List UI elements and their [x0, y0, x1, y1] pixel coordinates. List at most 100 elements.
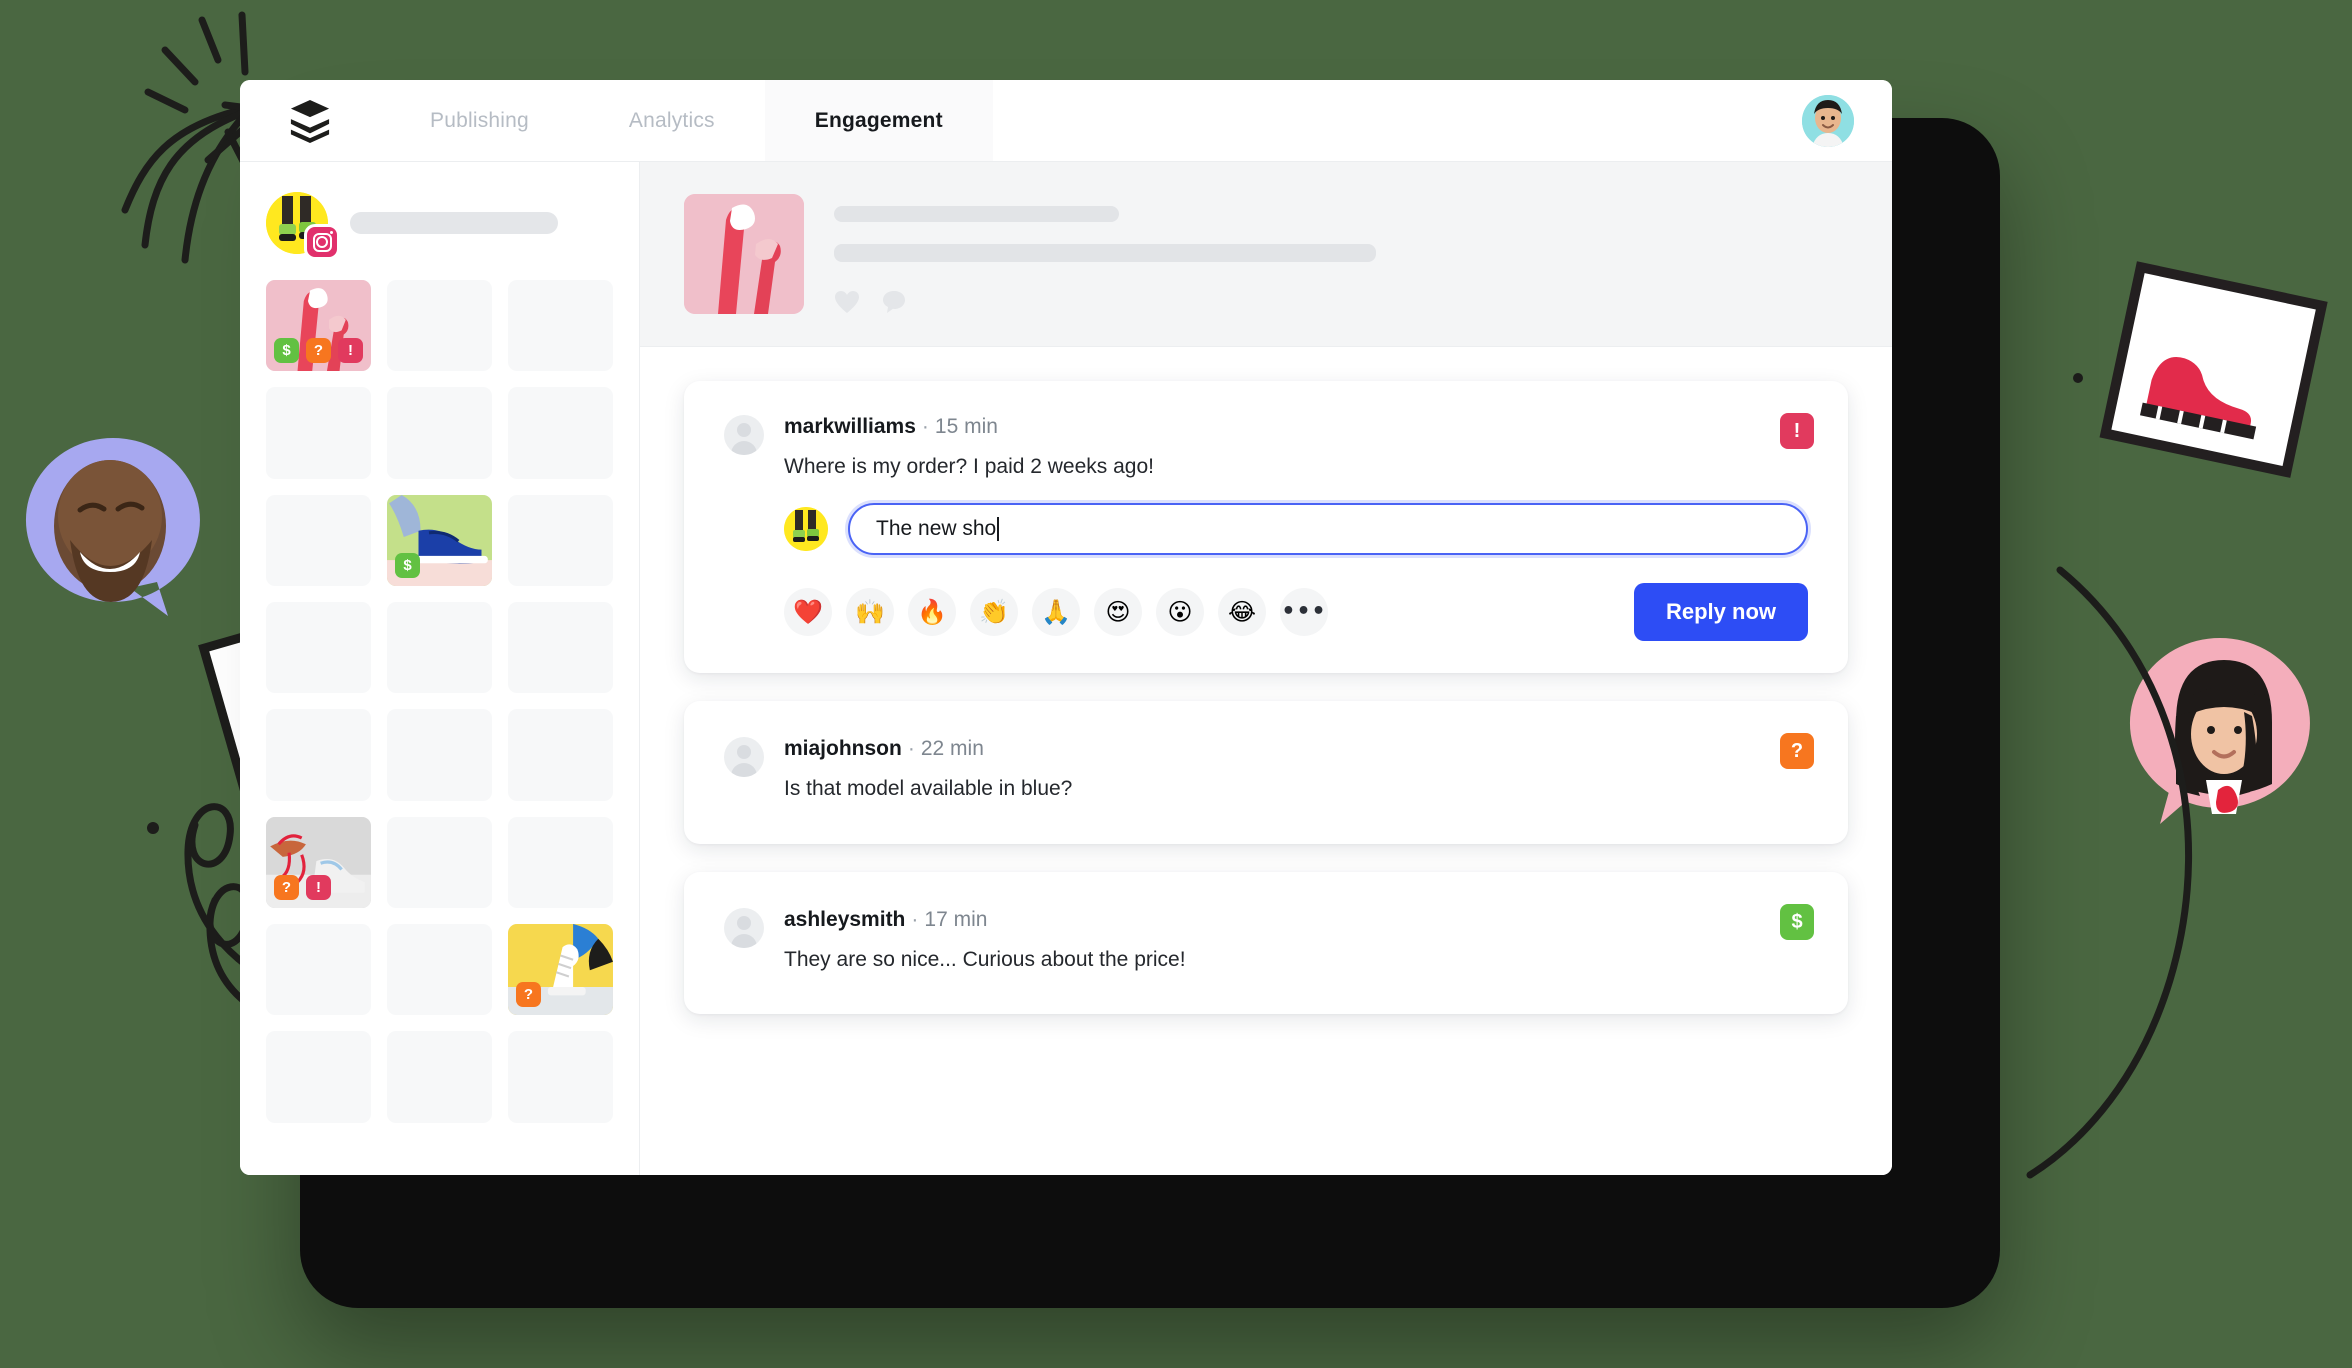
grid-cell-empty[interactable]	[508, 709, 613, 801]
grid-cell-empty[interactable]	[387, 280, 492, 372]
badge-money[interactable]: $	[395, 553, 420, 579]
avatar-image	[1802, 94, 1854, 147]
grid-cell-empty[interactable]	[387, 709, 492, 801]
pink-sneakers-post-thumbnail	[684, 194, 804, 314]
grid-cell-empty[interactable]	[266, 924, 371, 1016]
sidebar-profile[interactable]	[266, 192, 613, 260]
instagram-icon	[304, 224, 340, 260]
grid-cell-empty[interactable]	[387, 387, 492, 479]
app-logo[interactable]	[240, 80, 380, 161]
grid-cell-empty[interactable]	[387, 816, 492, 909]
grid-cell-empty[interactable]	[387, 924, 492, 1016]
comment-username[interactable]: ashleysmith	[784, 908, 905, 931]
status-badge-question[interactable]: ?	[1780, 733, 1814, 770]
grid-cell-empty[interactable]	[266, 1031, 371, 1123]
badge-question[interactable]: ?	[274, 875, 299, 901]
reply-actions: ❤️ 🙌 🔥 👏 🙏 😍 😮 😂 ••• Reply now	[784, 583, 1808, 642]
reply-account-avatar[interactable]	[784, 507, 828, 552]
grid-cell-empty[interactable]	[508, 816, 613, 909]
raising-hands-emoji[interactable]: 🙌	[846, 588, 894, 637]
comment-icon[interactable]	[882, 290, 906, 314]
cell-badges: $ ? !	[274, 338, 363, 364]
tab-analytics[interactable]: Analytics	[579, 80, 765, 161]
comment-timestamp: 17 min	[924, 907, 988, 931]
comments-list: ! markwilliams · 15 min Where is my order?…	[640, 347, 1892, 1175]
comment-card: $ ashleysmith · 17 min They are so nice...…	[684, 871, 1848, 1015]
avatar	[724, 415, 764, 455]
text-caret	[997, 517, 1000, 542]
status-badge-money[interactable]: $	[1780, 903, 1814, 940]
fire-emoji[interactable]: 🔥	[908, 588, 956, 637]
reply-input-value: The new sho	[876, 517, 997, 541]
grid-cell-empty[interactable]	[266, 494, 371, 587]
comment-body: ashleysmith · 17 min They are so nice... C…	[784, 908, 1808, 974]
comment-timestamp: 15 min	[934, 415, 998, 438]
heart-icon[interactable]	[834, 290, 860, 314]
comment-meta: miajohnson · 22 min	[784, 738, 1808, 759]
nav-tabs: Publishing Analytics Engagement	[380, 80, 993, 161]
grid-cell-empty[interactable]	[508, 1031, 613, 1123]
comment-meta: markwilliams · 15 min	[784, 416, 1808, 437]
comment-body: miajohnson · 22 min Is that model availabl…	[784, 737, 1808, 803]
badge-alert[interactable]: !	[338, 338, 363, 364]
caption-placeholder-line-2	[834, 244, 1376, 262]
grid-cell-photo-grey[interactable]: ? !	[266, 816, 371, 909]
reply-row: The new sho	[784, 503, 1808, 556]
tablet-device: Publishing Analytics Engagement $ ? ! $ …	[240, 80, 2000, 1308]
surprised-face-emoji[interactable]: 😮	[1156, 588, 1204, 637]
profile-avatar[interactable]	[266, 192, 340, 260]
top-navigation-bar: Publishing Analytics Engagement	[240, 80, 1892, 162]
comment-header: markwilliams · 15 min Where is my order? I…	[724, 415, 1808, 642]
post-thumbnail[interactable]	[684, 194, 804, 314]
heart-eyes-emoji[interactable]: 😍	[1094, 588, 1142, 637]
clapping-hands-emoji[interactable]: 👏	[970, 588, 1018, 637]
cell-badges: ? !	[274, 875, 331, 901]
status-badge-alert[interactable]: !	[1780, 413, 1814, 449]
avatar	[724, 907, 764, 948]
grid-cell-empty[interactable]	[266, 709, 371, 801]
grid-cell-empty[interactable]	[266, 387, 371, 479]
comment-meta: ashleysmith · 17 min	[784, 909, 1808, 930]
comment-text: Where is my order? I paid 2 weeks ago!	[784, 455, 1155, 478]
grid-cell-photo-pink[interactable]: $ ? !	[266, 280, 371, 372]
tab-publishing[interactable]: Publishing	[380, 80, 579, 161]
cell-badges: $	[395, 553, 420, 579]
sidebar-post-grid: $ ? ! $ ? ! ?	[240, 162, 640, 1175]
grid-cell-photo-yellow[interactable]: ?	[508, 924, 613, 1016]
grid-cell-photo-green[interactable]: $	[387, 494, 492, 587]
badge-money[interactable]: $	[274, 338, 299, 364]
account-avatar[interactable]	[1802, 94, 1854, 147]
grid-cell-empty[interactable]	[387, 1031, 492, 1123]
grid-cell-empty[interactable]	[387, 602, 492, 694]
grid-cell-empty[interactable]	[266, 602, 371, 694]
comment-username[interactable]: markwilliams	[784, 415, 916, 438]
cell-badges: ?	[516, 982, 541, 1008]
grid-cell-empty[interactable]	[508, 494, 613, 587]
reply-input[interactable]: The new sho	[848, 503, 1808, 556]
post-header	[640, 162, 1892, 347]
profile-name-placeholder	[350, 212, 558, 234]
comment-text: Is that model available in blue?	[784, 777, 1073, 801]
avatar	[724, 737, 764, 778]
man-speech-bubble-avatar	[18, 430, 208, 620]
grid-cell-empty[interactable]	[508, 280, 613, 372]
tears-of-joy-emoji[interactable]: 😂	[1218, 588, 1266, 637]
folded-hands-emoji[interactable]: 🙏	[1032, 588, 1080, 637]
comment-body: markwilliams · 15 min Where is my order? I…	[784, 415, 1808, 642]
heart-emoji[interactable]: ❤️	[784, 588, 832, 637]
reply-now-button[interactable]: Reply now	[1633, 583, 1808, 642]
red-shoe-illustration-card	[2092, 255, 2339, 494]
grid-cell-empty[interactable]	[508, 602, 613, 694]
dot-doodle-left	[145, 820, 165, 840]
post-engagement-icons	[834, 290, 1848, 314]
badge-question[interactable]: ?	[516, 982, 541, 1008]
tab-engagement[interactable]: Engagement	[764, 80, 993, 161]
badge-question[interactable]: ?	[306, 338, 331, 364]
comment-card: ? miajohnson · 22 min Is that model availa…	[684, 701, 1848, 844]
more-emoji-icon[interactable]: •••	[1280, 588, 1328, 637]
comment-username[interactable]: miajohnson	[784, 737, 902, 760]
grid-cell-empty[interactable]	[508, 387, 613, 479]
app-body: $ ? ! $ ? ! ? ! markwilliams · 15 min Wh…	[240, 162, 1892, 1175]
comment-separator: ·	[921, 415, 929, 438]
badge-alert[interactable]: !	[306, 875, 331, 901]
